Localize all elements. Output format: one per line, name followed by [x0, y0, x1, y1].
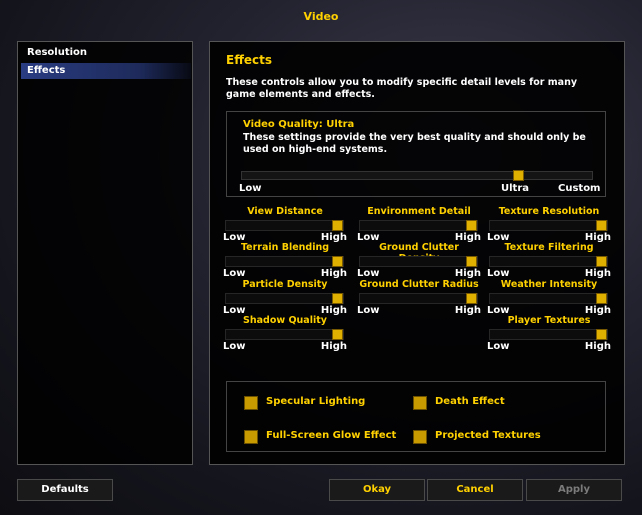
slider-label: Ground Clutter Radius	[359, 279, 479, 290]
video-quality-custom-label: Custom	[558, 183, 601, 194]
defaults-button[interactable]: Defaults	[17, 479, 113, 501]
video-quality-slider[interactable]	[241, 170, 593, 181]
slider-thumb[interactable]	[332, 329, 343, 340]
slider-label: Shadow Quality	[243, 315, 327, 326]
slider-thumb[interactable]	[332, 293, 343, 304]
slider-thumb[interactable]	[332, 220, 343, 231]
slider-view-distance: View Distance Low High	[223, 206, 347, 246]
slider-thumb[interactable]	[596, 293, 607, 304]
slider-track[interactable]	[359, 220, 478, 231]
slider-thumb[interactable]	[596, 329, 607, 340]
slider-texture-filtering: Texture Filtering Low High	[487, 242, 611, 282]
slider-particle-density: Particle Density Low High	[223, 279, 347, 319]
slider-thumb[interactable]	[466, 220, 477, 231]
effects-panel: Effects These controls allow you to modi…	[209, 41, 625, 465]
video-quality-title: Video Quality: Ultra	[243, 119, 355, 130]
slider-label: Particle Density	[242, 279, 328, 290]
slider-track[interactable]	[359, 293, 478, 304]
slider-environment-detail: Environment Detail Low High	[357, 206, 481, 246]
slider-low-label: Low	[357, 305, 380, 316]
slider-low-label: Low	[487, 268, 510, 279]
slider-terrain-blending: Terrain Blending Low High	[223, 242, 347, 282]
slider-track[interactable]	[225, 256, 344, 267]
slider-weather-intensity: Weather Intensity Low High	[487, 279, 611, 319]
full-screen-glow-label: Full-Screen Glow Effect	[266, 430, 397, 441]
panel-title: Effects	[226, 53, 273, 67]
cancel-button[interactable]: Cancel	[427, 479, 523, 501]
slider-ground-clutter-radius: Ground Clutter Radius Low High	[357, 279, 481, 319]
slider-label: View Distance	[247, 206, 323, 217]
slider-high-label: High	[584, 341, 611, 352]
slider-track[interactable]	[489, 329, 608, 340]
slider-label: Terrain Blending	[240, 242, 330, 253]
effect-toggles: Specular Lighting Death Effect Full-Scre…	[226, 381, 606, 452]
slider-track[interactable]	[225, 293, 344, 304]
slider-track[interactable]	[359, 256, 478, 267]
slider-high-label: High	[320, 268, 347, 279]
slider-track[interactable]	[489, 293, 608, 304]
slider-thumb[interactable]	[596, 220, 607, 231]
slider-thumb[interactable]	[466, 293, 477, 304]
slider-label: Texture Filtering	[504, 242, 594, 253]
slider-label: Player Textures	[507, 315, 591, 326]
video-quality-description: These settings provide the very best qua…	[243, 132, 586, 155]
panel-description: These controls allow you to modify speci…	[226, 77, 578, 100]
slider-label: Weather Intensity	[500, 279, 598, 290]
window-title: Video	[303, 10, 339, 23]
video-quality-ultra-label: Ultra	[501, 183, 530, 194]
slider-thumb[interactable]	[596, 256, 607, 267]
slider-texture-resolution: Texture Resolution Low High	[487, 206, 611, 246]
slider-shadow-quality: Shadow Quality Low High	[223, 315, 347, 355]
category-resolution[interactable]: Resolution	[21, 45, 191, 61]
slider-track[interactable]	[225, 329, 344, 340]
slider-label: Texture Resolution	[498, 206, 600, 217]
slider-low-label: Low	[223, 268, 246, 279]
okay-button[interactable]: Okay	[329, 479, 425, 501]
slider-track[interactable]	[489, 220, 608, 231]
video-quality-thumb[interactable]	[513, 170, 524, 181]
slider-high-label: High	[584, 268, 611, 279]
video-quality-low-label: Low	[239, 183, 262, 194]
slider-high-label: High	[454, 305, 481, 316]
category-effects[interactable]: Effects	[21, 63, 191, 79]
slider-low-label: Low	[223, 341, 246, 352]
projected-textures-label: Projected Textures	[435, 430, 541, 441]
specular-lighting-checkbox[interactable]	[244, 396, 258, 410]
slider-player-textures: Player Textures Low High	[487, 315, 611, 355]
slider-thumb[interactable]	[466, 256, 477, 267]
slider-ground-clutter-density: Ground Clutter Density Low High	[357, 242, 481, 282]
slider-high-label: High	[320, 341, 347, 352]
specular-lighting-label: Specular Lighting	[266, 396, 366, 407]
slider-track[interactable]	[489, 256, 608, 267]
slider-low-label: Low	[357, 268, 380, 279]
apply-button[interactable]: Apply	[526, 479, 622, 501]
slider-low-label: Low	[487, 341, 510, 352]
slider-thumb[interactable]	[332, 256, 343, 267]
category-list: Resolution Effects	[17, 41, 193, 465]
projected-textures-checkbox[interactable]	[413, 430, 427, 444]
slider-track[interactable]	[225, 220, 344, 231]
death-effect-checkbox[interactable]	[413, 396, 427, 410]
slider-high-label: High	[454, 268, 481, 279]
slider-label: Environment Detail	[367, 206, 471, 217]
death-effect-label: Death Effect	[435, 396, 505, 407]
full-screen-glow-checkbox[interactable]	[244, 430, 258, 444]
video-quality-group: Video Quality: Ultra These settings prov…	[226, 111, 606, 197]
